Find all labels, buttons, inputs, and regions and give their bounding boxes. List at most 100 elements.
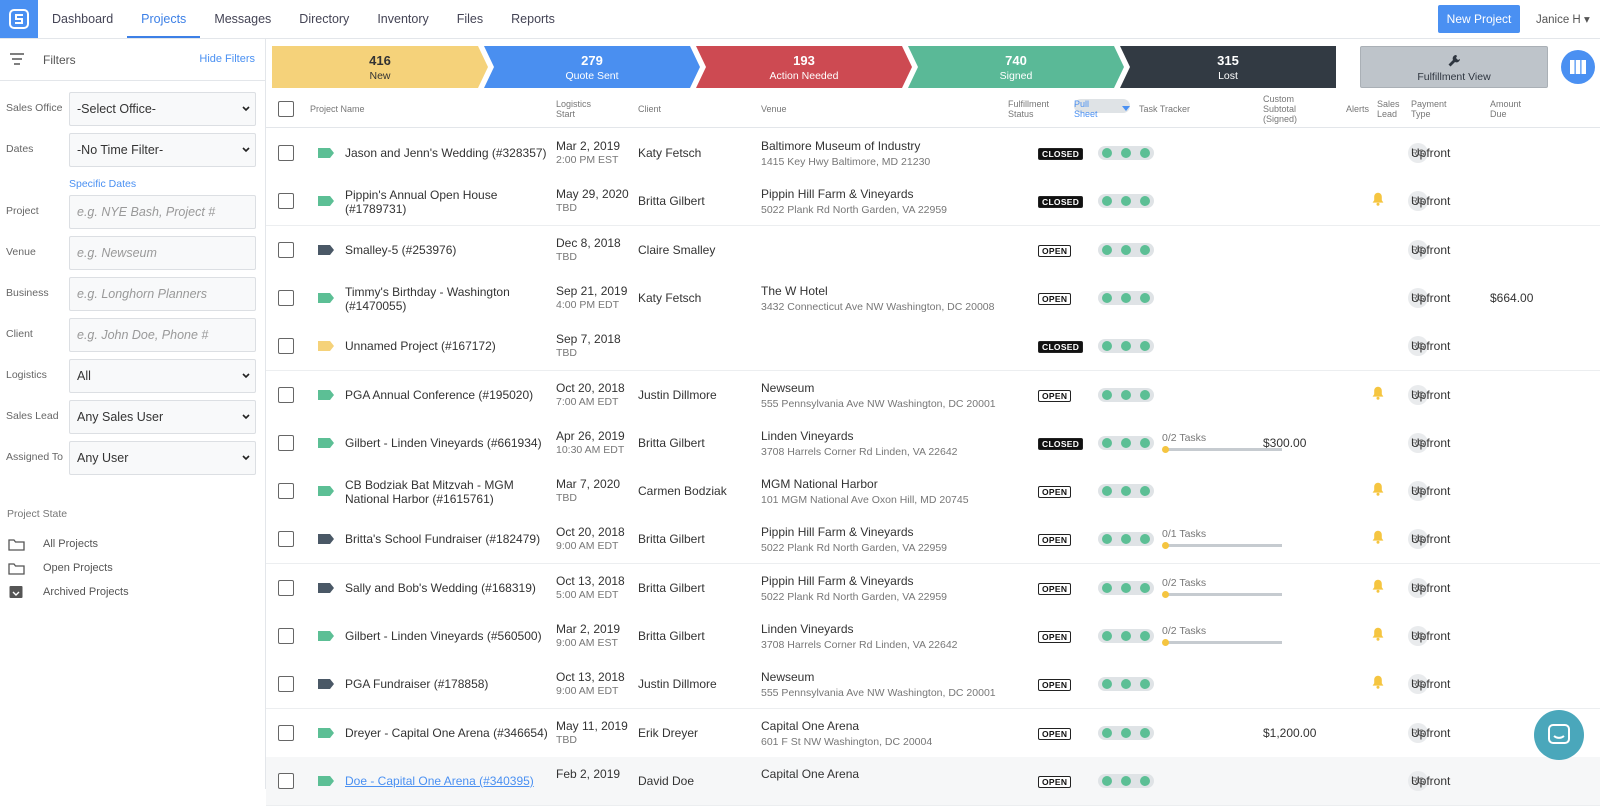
nav-inventory[interactable]: Inventory (363, 0, 442, 38)
pull-sheet-progress[interactable] (1098, 146, 1154, 160)
table-row[interactable]: Unnamed Project (#167172) Sep 7, 2018 TBD C… (266, 322, 1600, 372)
pull-sheet-progress[interactable] (1098, 242, 1154, 257)
col-custom-subtotal[interactable]: Custom Subtotal (Signed) (1263, 94, 1297, 124)
nav-reports[interactable]: Reports (497, 0, 569, 38)
new-project-button[interactable]: New Project (1438, 5, 1520, 33)
row-checkbox[interactable] (278, 676, 294, 693)
nav-dashboard[interactable]: Dashboard (38, 0, 127, 38)
user-menu[interactable]: Janice H ▾ (1536, 12, 1590, 26)
business-search-input[interactable] (69, 277, 256, 311)
row-checkbox[interactable] (278, 145, 294, 161)
table-row[interactable]: Smalley-5 (#253976) Dec 8, 2018 TBD Claire … (266, 225, 1600, 275)
col-logistics-start[interactable]: Logistics Start (556, 99, 591, 119)
row-checkbox[interactable] (278, 386, 294, 403)
stage-new[interactable]: 416 New (272, 46, 488, 88)
logo-icon[interactable] (0, 0, 38, 38)
col-amount-due[interactable]: Amount Due (1490, 99, 1521, 119)
pull-sheet-progress[interactable] (1098, 629, 1154, 643)
table-row[interactable]: Timmy's Birthday - Washington (#1470055)… (266, 273, 1600, 323)
table-row[interactable]: PGA Fundraiser (#178858) Oct 13, 2018 9:00… (266, 660, 1600, 710)
project-name-link[interactable]: CB Bodziak Bat Mitzvah - MGM National Ha… (345, 478, 560, 506)
task-tracker[interactable]: 0/2 Tasks (1162, 577, 1284, 598)
nav-directory[interactable]: Directory (285, 0, 363, 38)
pull-sheet-progress[interactable] (1098, 339, 1154, 354)
table-row[interactable]: Britta's School Fundraiser (#182479) Oct … (266, 515, 1600, 565)
project-name-link[interactable]: Sally and Bob's Wedding (#168319) (345, 581, 560, 595)
nav-messages[interactable]: Messages (200, 0, 285, 38)
col-alerts[interactable]: Alerts (1346, 104, 1369, 114)
table-row[interactable]: Doe - Capital One Arena (#340395) Feb 2, … (266, 756, 1600, 806)
project-name-link[interactable]: Gilbert - Linden Vineyards (#560500) (345, 629, 560, 643)
select-all-checkbox[interactable] (278, 101, 294, 117)
bell-icon[interactable] (1372, 675, 1384, 690)
task-tracker[interactable]: 0/1 Tasks (1162, 528, 1284, 550)
project-name-link[interactable]: Timmy's Birthday - Washington (#1470055) (345, 285, 560, 313)
table-row[interactable]: Sally and Bob's Wedding (#168319) Oct 13,… (266, 563, 1600, 613)
row-checkbox[interactable] (278, 628, 294, 644)
project-name-link[interactable]: Doe - Capital One Arena (#340395) (345, 774, 560, 788)
specific-dates-link[interactable]: Specific Dates (69, 178, 136, 190)
client-search-input[interactable] (69, 318, 256, 352)
bell-icon[interactable] (1372, 482, 1384, 496)
stage-signed[interactable]: 740 Signed (908, 46, 1124, 88)
state-all-projects[interactable]: All Projects (8, 534, 98, 554)
state-open-projects[interactable]: Open Projects (8, 558, 113, 578)
col-client[interactable]: Client (638, 104, 661, 114)
row-checkbox[interactable] (278, 338, 294, 355)
table-row[interactable]: Dreyer - Capital One Arena (#346654) May … (266, 708, 1600, 758)
col-fulfillment-status[interactable]: Fulfillment Status (1008, 99, 1049, 119)
row-checkbox[interactable] (278, 434, 294, 451)
row-checkbox[interactable] (278, 289, 294, 306)
table-row[interactable]: Gilbert - Linden Vineyards (#661934) Apr … (266, 418, 1600, 468)
table-row[interactable]: CB Bodziak Bat Mitzvah - MGM National Ha… (266, 467, 1600, 517)
row-checkbox[interactable] (278, 579, 294, 596)
col-task-tracker[interactable]: Task Tracker (1139, 104, 1190, 114)
stage-action-needed[interactable]: 193 Action Needed (696, 46, 912, 88)
project-name-link[interactable]: PGA Annual Conference (#195020) (345, 388, 560, 402)
table-row[interactable]: PGA Annual Conference (#195020) Oct 20, 2… (266, 370, 1600, 420)
row-checkbox[interactable] (278, 724, 294, 741)
bell-icon[interactable] (1372, 386, 1384, 400)
bell-icon[interactable] (1372, 627, 1384, 641)
row-checkbox[interactable] (278, 531, 294, 548)
project-name-link[interactable]: Pippin's Annual Open House (#1789731) (345, 188, 560, 216)
table-row[interactable]: Gilbert - Linden Vineyards (#560500) Mar … (266, 612, 1600, 661)
hide-filters-link[interactable]: Hide Filters (199, 53, 255, 65)
sales-lead-select[interactable]: Any Sales User (69, 400, 256, 434)
fulfillment-view-button[interactable]: Fulfillment View (1360, 46, 1548, 88)
chat-launcher-button[interactable] (1534, 710, 1584, 760)
row-checkbox[interactable] (278, 483, 294, 500)
project-search-input[interactable] (69, 195, 256, 229)
venue-search-input[interactable] (69, 236, 256, 270)
col-project-name[interactable]: Project Name (310, 104, 365, 114)
col-sales-lead[interactable]: Sales Lead (1377, 99, 1400, 119)
task-tracker[interactable]: 0/2 Tasks (1162, 625, 1284, 646)
project-name-link[interactable]: Unnamed Project (#167172) (345, 339, 560, 353)
pull-sheet-progress[interactable] (1098, 773, 1154, 788)
pull-sheet-progress[interactable] (1098, 677, 1154, 692)
project-name-link[interactable]: PGA Fundraiser (#178858) (345, 677, 560, 691)
dates-select[interactable]: -No Time Filter- (69, 133, 256, 167)
column-view-button[interactable] (1561, 50, 1595, 84)
col-payment-type[interactable]: Payment Type (1411, 99, 1447, 119)
pull-sheet-progress[interactable] (1098, 435, 1154, 450)
row-checkbox[interactable] (278, 241, 294, 258)
sort-down-icon[interactable] (1122, 106, 1130, 112)
bell-icon[interactable] (1372, 579, 1384, 593)
pull-sheet-progress[interactable] (1098, 580, 1154, 595)
stage-quote-sent[interactable]: 279 Quote Sent (484, 46, 700, 88)
state-archived-projects[interactable]: Archived Projects (8, 582, 129, 602)
pull-sheet-progress[interactable] (1098, 725, 1154, 740)
project-name-link[interactable]: Britta's School Fundraiser (#182479) (345, 532, 560, 546)
col-venue[interactable]: Venue (761, 104, 787, 114)
nav-files[interactable]: Files (443, 0, 497, 38)
project-name-link[interactable]: Smalley-5 (#253976) (345, 243, 560, 257)
project-name-link[interactable]: Jason and Jenn's Wedding (#328357) (345, 146, 560, 160)
pull-sheet-progress[interactable] (1098, 290, 1154, 305)
table-row[interactable]: Pippin's Annual Open House (#1789731) May… (266, 177, 1600, 227)
project-name-link[interactable]: Gilbert - Linden Vineyards (#661934) (345, 436, 560, 450)
pull-sheet-progress[interactable] (1098, 194, 1154, 209)
pull-sheet-progress[interactable] (1098, 387, 1154, 402)
project-name-link[interactable]: Dreyer - Capital One Arena (#346654) (345, 726, 560, 740)
sales-office-select[interactable]: -Select Office- (69, 92, 256, 126)
